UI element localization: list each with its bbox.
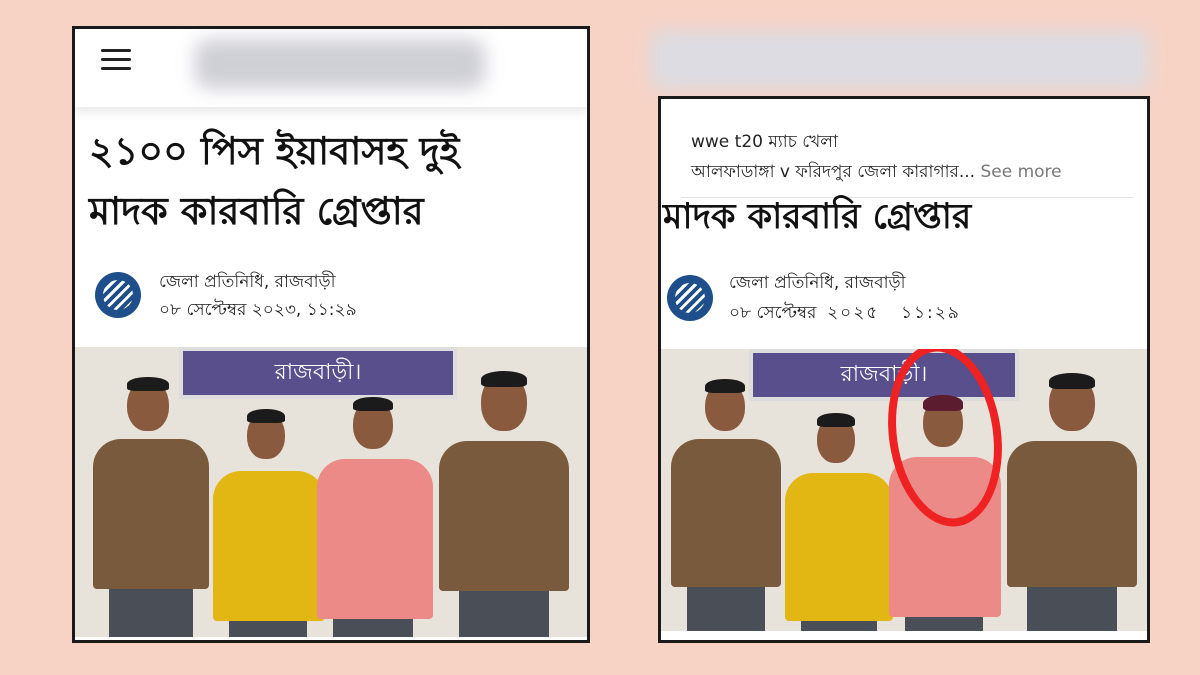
- person-4: [431, 371, 575, 637]
- article-photo: রাজবাড়ী।: [661, 349, 1147, 631]
- caption-line-1: wwe t20 ম্যাচ খেলা: [691, 132, 838, 152]
- person-1: [83, 377, 213, 637]
- caption-line-2: আলফাডাঙ্গা v ফরিদপুর জেলা কারাগার... See…: [691, 159, 1062, 187]
- headline-line-2: মাদক কারবারি গ্রেপ্তার: [89, 188, 424, 233]
- photo-banner: রাজবাড়ী।: [179, 347, 457, 399]
- publish-date: ০৮ সেপ্টেম্বর ২০২৫ ১১:২৯: [729, 300, 961, 328]
- author-name: জেলা প্রতিনিধি, রাজবাড়ী: [159, 272, 336, 292]
- publisher-logo-icon: [667, 275, 713, 321]
- publish-date: ০৮ সেপ্টেম্বর ২০২৩, ১১:২৯: [159, 300, 357, 320]
- date-time: ১১:২৯: [900, 303, 961, 323]
- menu-icon[interactable]: [101, 49, 131, 71]
- person-2: [209, 409, 329, 637]
- see-more-link[interactable]: See more: [980, 162, 1061, 182]
- author-name: জেলা প্রতিনিধি, রাজবাড়ী: [729, 273, 906, 293]
- original-article-panel: ২১০০ পিস ইয়াবাসহ দুই মাদক কারবারি গ্রেপ…: [72, 26, 590, 643]
- person-3: [315, 397, 435, 637]
- headline-line-2: মাদক কারবারি গ্রেপ্তার: [663, 196, 972, 237]
- person-1: [665, 379, 785, 631]
- edited-post-panel: wwe t20 ম্যাচ খেলা আলফাডাঙ্গা v ফরিদপুর …: [658, 96, 1150, 643]
- blurred-site-header: [195, 39, 485, 89]
- person-4: [999, 373, 1145, 631]
- person-2: [781, 413, 897, 631]
- caption-text: আলফাডাঙ্গা v ফরিদপুর জেলা কারাগার...: [691, 162, 976, 182]
- date-prefix: ০৮ সেপ্টেম্বর: [729, 303, 817, 323]
- top-bar: [75, 29, 587, 107]
- publisher-logo-icon: [95, 272, 141, 318]
- article-photo: রাজবাড়ী।: [75, 347, 587, 637]
- headline-line-1: ২১০০ পিস ইয়াবাসহ দুই: [89, 128, 460, 173]
- blurred-fb-header: [650, 30, 1150, 90]
- date-year: ২০২৫: [827, 303, 880, 323]
